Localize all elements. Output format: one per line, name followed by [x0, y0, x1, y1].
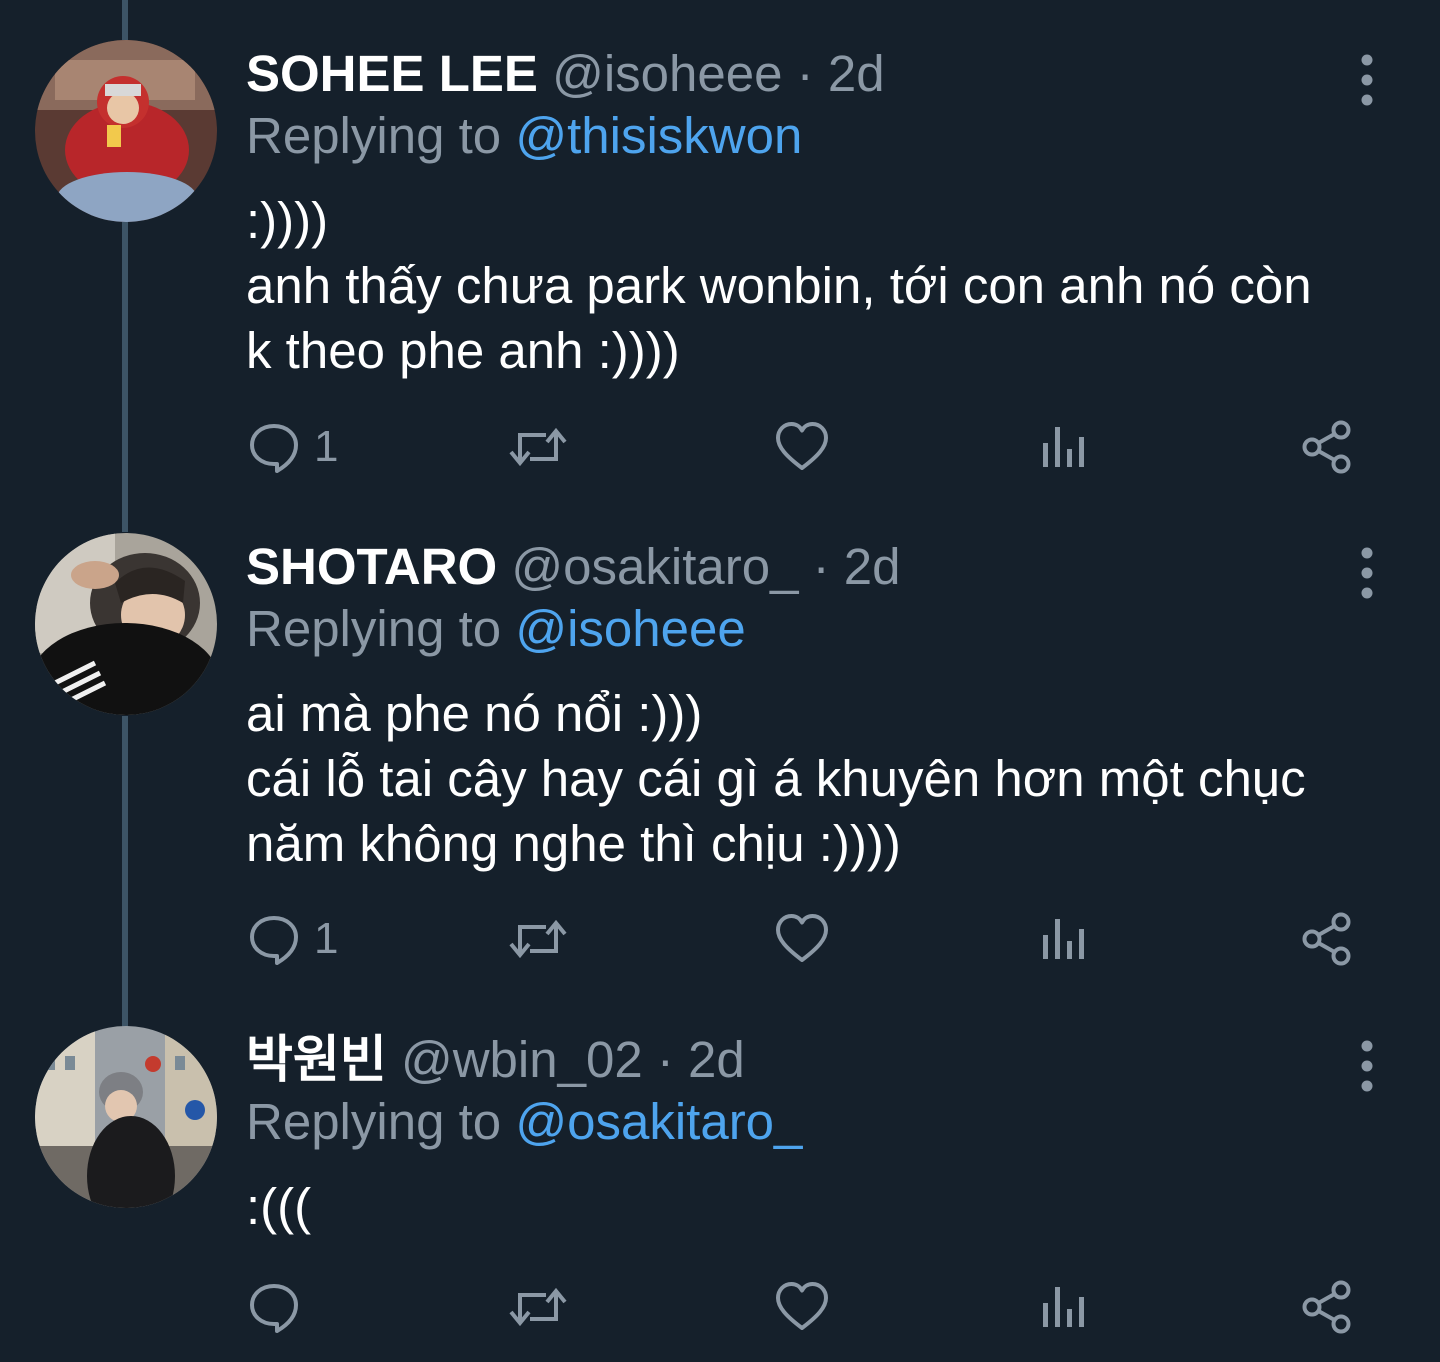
tweet-text-line: ai mà phe nó nổi :))) — [246, 685, 703, 742]
separator: · — [798, 538, 844, 595]
retweet-icon — [508, 1279, 568, 1335]
action-bar — [0, 1272, 1440, 1342]
more-icon[interactable] — [1352, 50, 1382, 110]
reply-button[interactable] — [246, 1272, 302, 1342]
tweet-header: SHOTARO @osakitaro_ · 2d — [246, 535, 901, 599]
replying-to: Replying to @isoheee — [246, 597, 746, 661]
replying-prefix: Replying to — [246, 107, 516, 164]
replying-prefix: Replying to — [246, 1093, 516, 1150]
like-icon — [774, 419, 830, 475]
tweet-text-line: anh thấy chưa park wonbin, tới con anh n… — [246, 257, 1312, 314]
tweet-text-line: cái lỗ tai cây hay cái gì á khuyên hơn m… — [246, 750, 1306, 807]
avatar[interactable] — [35, 1026, 217, 1208]
reply-count: 1 — [314, 422, 339, 471]
views-icon — [1040, 911, 1086, 967]
avatar[interactable] — [35, 40, 217, 222]
tweet-text-line: :)))) — [246, 192, 329, 249]
separator: · — [642, 1031, 689, 1088]
retweet-icon — [508, 911, 568, 967]
retweet-button[interactable] — [508, 412, 568, 482]
views-icon — [1040, 419, 1086, 475]
more-icon[interactable] — [1352, 543, 1382, 603]
mention-link[interactable]: @osakitaro_ — [515, 1093, 802, 1150]
tweet[interactable]: 박원빈 @wbin_02 · 2d Replying to @osakitaro… — [0, 1024, 1440, 1362]
user-handle[interactable]: @isoheee — [552, 45, 782, 102]
separator: · — [782, 45, 828, 102]
timestamp[interactable]: 2d — [844, 538, 901, 595]
reply-icon — [246, 419, 302, 475]
retweet-icon — [508, 419, 568, 475]
reply-icon — [246, 911, 302, 967]
share-icon — [1300, 419, 1356, 475]
like-button[interactable] — [774, 904, 830, 974]
retweet-button[interactable] — [508, 1272, 568, 1342]
share-button[interactable] — [1300, 1272, 1356, 1342]
like-button[interactable] — [774, 1272, 830, 1342]
replying-to: Replying to @thisiskwon — [246, 104, 802, 168]
like-icon — [774, 911, 830, 967]
share-button[interactable] — [1300, 904, 1356, 974]
user-handle[interactable]: @wbin_02 — [401, 1031, 643, 1088]
reply-button[interactable]: 1 — [246, 904, 338, 974]
tweet-text: :)))) anh thấy chưa park wonbin, tới con… — [246, 188, 1386, 383]
like-button[interactable] — [774, 412, 830, 482]
views-icon — [1040, 1279, 1086, 1335]
display-name[interactable]: SOHEE LEE — [246, 45, 538, 102]
reply-count: 1 — [314, 914, 339, 963]
thread-line-top — [122, 0, 128, 40]
tweet[interactable]: SHOTARO @osakitaro_ · 2d Replying to @is… — [0, 531, 1440, 991]
reply-button[interactable]: 1 — [246, 412, 338, 482]
share-icon — [1300, 1279, 1356, 1335]
tweet-text: ai mà phe nó nổi :))) cái lỗ tai cây hay… — [246, 681, 1386, 876]
timestamp[interactable]: 2d — [688, 1031, 745, 1088]
tweet-text-line: :((( — [246, 1178, 312, 1235]
tweet-text: :((( — [246, 1174, 1386, 1239]
views-button[interactable] — [1040, 412, 1086, 482]
tweet-text-line: năm không nghe thì chịu :)))) — [246, 815, 901, 872]
retweet-button[interactable] — [508, 904, 568, 974]
like-icon — [774, 1279, 830, 1335]
action-bar: 1 — [0, 412, 1440, 482]
tweet-header: SOHEE LEE @isoheee · 2d — [246, 42, 885, 106]
mention-link[interactable]: @isoheee — [515, 600, 745, 657]
share-icon — [1300, 911, 1356, 967]
tweet-header: 박원빈 @wbin_02 · 2d — [246, 1028, 745, 1092]
avatar[interactable] — [35, 533, 217, 715]
display-name[interactable]: SHOTARO — [246, 538, 497, 595]
user-handle[interactable]: @osakitaro_ — [511, 538, 798, 595]
replying-prefix: Replying to — [246, 600, 516, 657]
timestamp[interactable]: 2d — [828, 45, 885, 102]
more-icon[interactable] — [1352, 1036, 1382, 1096]
tweet[interactable]: SOHEE LEE @isoheee · 2d Replying to @thi… — [0, 38, 1440, 498]
display-name[interactable]: 박원빈 — [246, 1031, 387, 1088]
action-bar: 1 — [0, 904, 1440, 974]
share-button[interactable] — [1300, 412, 1356, 482]
tweet-text-line: k theo phe anh :)))) — [246, 322, 680, 379]
replying-to: Replying to @osakitaro_ — [246, 1090, 802, 1154]
mention-link[interactable]: @thisiskwon — [515, 107, 802, 164]
reply-icon — [246, 1279, 302, 1335]
views-button[interactable] — [1040, 904, 1086, 974]
views-button[interactable] — [1040, 1272, 1086, 1342]
